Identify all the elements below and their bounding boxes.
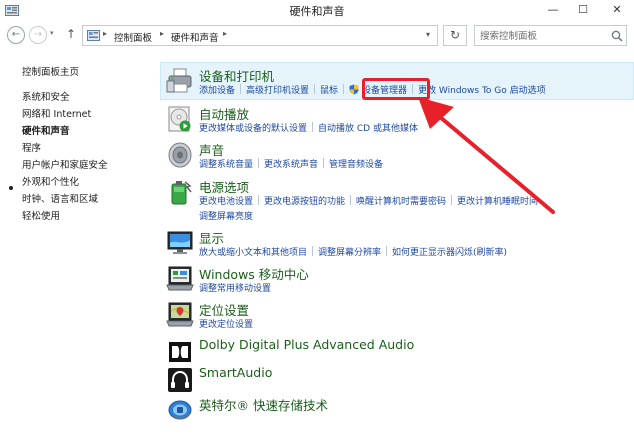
category-title[interactable]: 英特尔® 快速存储技术 xyxy=(199,395,328,414)
mobility-center-icon[interactable] xyxy=(166,265,194,293)
link-separator xyxy=(343,84,345,94)
link-screen-resolution[interactable]: 调整屏幕分辨率 xyxy=(318,248,381,258)
category-links: 调整常用移动设置 xyxy=(199,281,271,294)
link-separator xyxy=(323,158,325,168)
link-separator xyxy=(386,246,388,256)
breadcrumb-separator[interactable]: ▸ xyxy=(223,29,227,38)
intel-storage-icon[interactable] xyxy=(166,396,194,424)
category-links: 更改定位设置 xyxy=(199,317,253,330)
category-links: 更改媒体或设备的默认设置 自动播放 CD 或其他媒体 xyxy=(199,121,418,134)
forward-button[interactable]: → xyxy=(29,26,47,44)
back-button[interactable]: ← xyxy=(7,26,25,44)
link-mouse[interactable]: 鼠标 xyxy=(320,86,338,96)
minimize-button[interactable]: — xyxy=(540,0,566,20)
category-title[interactable]: SmartAudio xyxy=(199,365,272,380)
link-text-size[interactable]: 放大或缩小文本和其他项目 xyxy=(199,248,307,258)
dolby-icon[interactable] xyxy=(166,338,194,366)
sidebar-item-hardware-sound[interactable]: 硬件和声音 xyxy=(22,123,70,137)
link-change-system-sounds[interactable]: 更改系统声音 xyxy=(264,160,318,170)
link-mobility-settings[interactable]: 调整常用移动设置 xyxy=(199,284,271,294)
printer-icon[interactable] xyxy=(166,67,194,95)
search-icon[interactable] xyxy=(611,30,623,42)
search-input[interactable] xyxy=(480,29,605,43)
link-separator xyxy=(312,246,314,256)
link-change-media-defaults[interactable]: 更改媒体或设备的默认设置 xyxy=(199,124,307,134)
sidebar-item-ease-of-access[interactable]: 轻松使用 xyxy=(22,208,60,222)
address-toolbar: ← → ▾ ↑ ▸ 控制面板 ▸ 硬件和声音 ▸ ▾ ↻ xyxy=(0,24,634,48)
link-separator xyxy=(314,84,316,94)
link-separator xyxy=(350,195,352,205)
sidebar-item-clock-language-region[interactable]: 时钟、语言和区域 xyxy=(22,191,98,205)
link-separator xyxy=(258,195,260,205)
sidebar-item-system-security[interactable]: 系统和安全 xyxy=(22,89,70,103)
annotation-arrow xyxy=(418,97,555,214)
link-advanced-printer-settings[interactable]: 高级打印机设置 xyxy=(246,86,309,96)
speaker-icon[interactable] xyxy=(166,141,194,169)
control-panel-icon xyxy=(87,30,100,41)
link-add-device[interactable]: 添加设备 xyxy=(199,86,235,96)
link-change-location-settings[interactable]: 更改定位设置 xyxy=(199,320,253,330)
link-separator xyxy=(240,84,242,94)
link-autoplay-cd[interactable]: 自动播放 CD 或其他媒体 xyxy=(318,124,418,134)
address-bar[interactable]: ▸ 控制面板 ▸ 硬件和声音 ▸ ▾ xyxy=(82,25,438,46)
sidebar-item-control-panel-home[interactable]: 控制面板主页 xyxy=(22,64,79,78)
breadcrumb-control-panel[interactable]: 控制面板 xyxy=(114,30,152,44)
display-icon[interactable] xyxy=(166,229,194,257)
sidebar-item-appearance[interactable]: 外观和个性化 xyxy=(22,174,79,188)
autoplay-icon[interactable] xyxy=(166,105,194,133)
category-links: 调整系统音量 更改系统声音 管理音频设备 xyxy=(199,157,383,170)
battery-icon[interactable] xyxy=(166,178,194,206)
window-title: 硬件和声音 xyxy=(289,5,345,18)
link-change-battery-settings[interactable]: 更改电池设置 xyxy=(199,197,253,207)
headphones-icon[interactable] xyxy=(166,366,194,394)
up-button[interactable]: ↑ xyxy=(66,27,76,41)
title-bar: 硬件和声音 — ☐ ✕ xyxy=(0,0,634,22)
uac-shield-icon xyxy=(349,84,359,95)
maximize-button[interactable]: ☐ xyxy=(570,0,596,20)
breadcrumb-separator[interactable]: ▸ xyxy=(103,29,107,38)
location-icon[interactable] xyxy=(166,301,194,329)
breadcrumb-separator[interactable]: ▸ xyxy=(160,29,164,38)
link-separator xyxy=(312,122,314,132)
close-button[interactable]: ✕ xyxy=(600,0,634,20)
link-adjust-volume[interactable]: 调整系统音量 xyxy=(199,160,253,170)
link-adjust-brightness[interactable]: 调整屏幕亮度 xyxy=(199,209,253,222)
category-title[interactable]: Dolby Digital Plus Advanced Audio xyxy=(199,337,414,352)
sidebar-item-programs[interactable]: 程序 xyxy=(22,140,41,154)
active-item-bullet xyxy=(9,186,13,190)
category-links: 放大或缩小文本和其他项目 调整屏幕分辨率 如何更正显示器闪烁(刷新率) xyxy=(199,245,507,258)
breadcrumb-hardware-and-sound[interactable]: 硬件和声音 xyxy=(171,30,219,44)
link-power-button-function[interactable]: 更改电源按钮的功能 xyxy=(264,197,345,207)
link-refresh-rate[interactable]: 如何更正显示器闪烁(刷新率) xyxy=(392,248,507,258)
link-separator xyxy=(258,158,260,168)
link-manage-audio-devices[interactable]: 管理音频设备 xyxy=(329,160,383,170)
refresh-button[interactable]: ↻ xyxy=(443,25,467,46)
sidebar-item-user-accounts[interactable]: 用户帐户和家庭安全 xyxy=(22,157,108,171)
address-history-dropdown[interactable]: ▾ xyxy=(426,30,430,39)
sidebar-item-network-internet[interactable]: 网络和 Internet xyxy=(22,106,91,120)
search-box[interactable] xyxy=(474,25,627,46)
recent-locations-button[interactable]: ▾ xyxy=(50,29,54,37)
